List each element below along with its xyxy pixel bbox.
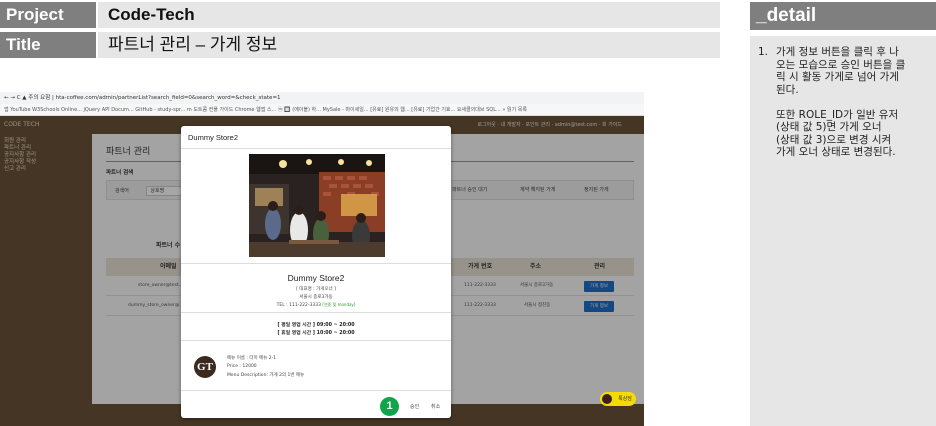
tel-badge: [연중 및 monday]: [322, 302, 356, 307]
title-row: Title 파트너 관리 – 가게 정보: [0, 32, 720, 58]
divider: [181, 148, 451, 149]
store-info-modal: Dummy Store2 Dummy Store2 [대표명: 가게오너]…: [181, 126, 451, 418]
project-row: Project Code-Tech: [0, 2, 720, 28]
detail-item-number: 1.: [758, 46, 769, 58]
browser-address-bar[interactable]: ← → C ▲ 주의 요함 | hta-coffee.com/admin/par…: [0, 92, 644, 104]
project-label: Project: [0, 2, 96, 28]
store-logo: GT: [194, 356, 216, 378]
menu-description: Menu Description: 가게 2의 1번 메뉴: [227, 373, 305, 378]
rep-name: [ 대표명 : 가게오너 ]: [296, 287, 336, 292]
chat-icon: [602, 394, 612, 404]
store-photo: [249, 154, 385, 257]
cancel-button[interactable]: 취소: [431, 403, 440, 410]
browser-bookmarks-bar: 앱 YouTube W3Schools Online... jQuery API…: [0, 104, 644, 116]
weekday-hours: [ 평일 영업 시간 ] 09:00 ~ 20:00: [277, 323, 355, 328]
divider: [181, 263, 451, 264]
kakao-chat-button[interactable]: 톡상담: [600, 392, 636, 406]
divider: [181, 390, 451, 391]
detail-panel: 1. 가게 정보 버튼을 클릭 후 나 오는 모습으로 승인 버튼을 클 릭 시…: [750, 36, 936, 426]
cafe-interior-image: [249, 154, 385, 257]
store-name: Dummy Store2: [287, 273, 345, 283]
project-value: Code-Tech: [98, 2, 720, 28]
divider: [181, 340, 451, 341]
store-address: 서울시 종로3가동: [299, 295, 333, 300]
divider: [181, 312, 451, 313]
app-screenshot: ← → C ▲ 주의 요함 | hta-coffee.com/admin/par…: [0, 92, 644, 426]
approve-button[interactable]: 승인: [410, 403, 419, 410]
menu-name: 메뉴 이름 : 더미 메뉴 2-1: [227, 356, 277, 361]
menu-price: Price : 12000: [227, 364, 257, 369]
detail-item-text: 가게 정보 버튼을 클릭 후 나 오는 모습으로 승인 버튼을 클 릭 시 활동…: [776, 46, 906, 158]
kakao-label: 톡상담: [618, 396, 632, 402]
modal-title: Dummy Store2: [188, 133, 239, 142]
store-tel: TEL : 111-222-3333 [연중 및 monday]: [181, 302, 451, 308]
title-label: Title: [0, 32, 96, 58]
step-badge: 1: [380, 397, 399, 416]
weekend-hours: [ 휴일 영업 시간 ] 10:00 ~ 20:00: [277, 331, 355, 336]
detail-heading: _detail: [750, 2, 936, 30]
title-value: 파트너 관리 – 가게 정보: [98, 32, 720, 58]
tel-text: TEL : 111-222-3333: [276, 303, 321, 308]
